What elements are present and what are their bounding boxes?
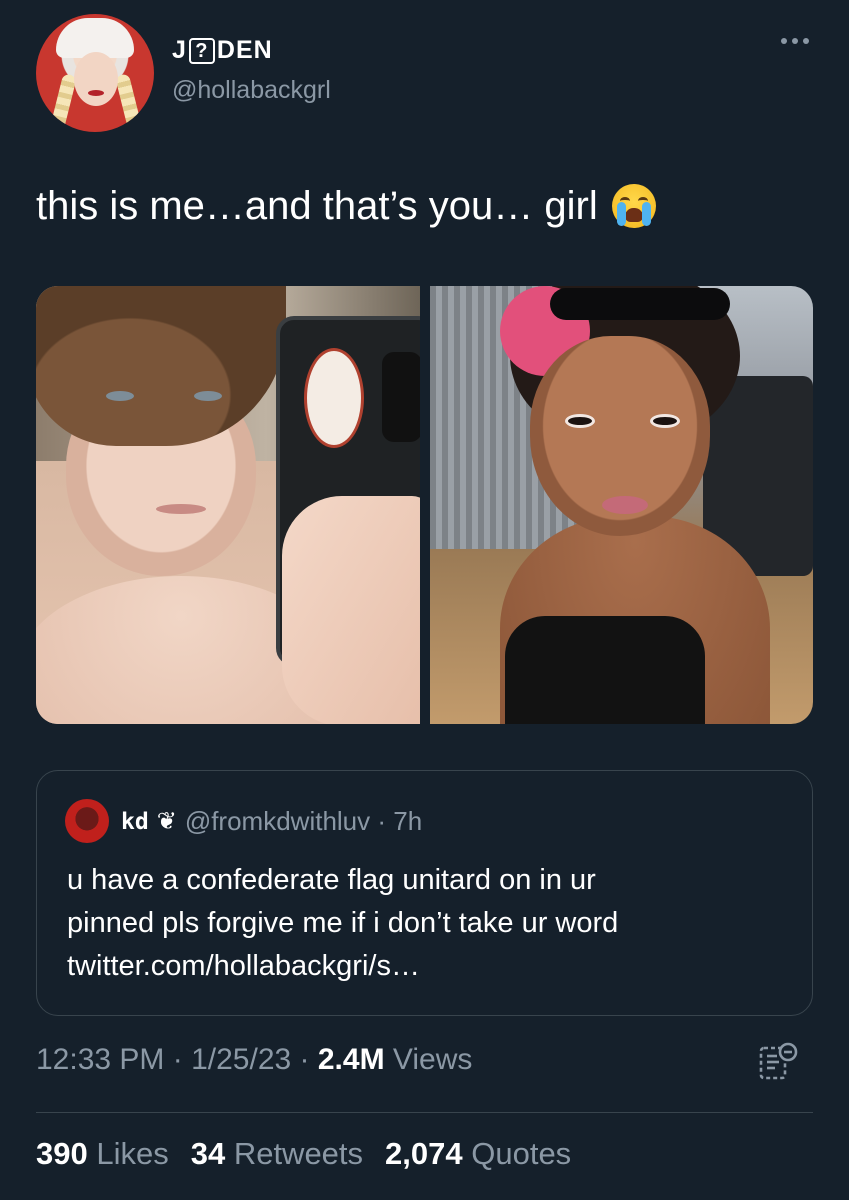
display-name-part: J [172, 36, 187, 64]
retweets-count: 34 [190, 1136, 226, 1171]
views-label: Views [384, 1043, 473, 1076]
divider [36, 1112, 813, 1113]
avatar-face [74, 52, 118, 106]
likes-label: Likes [87, 1136, 169, 1171]
quoted-tweet-line: u have a confederate flag unitard on in … [67, 864, 596, 896]
tweet-time[interactable]: 12:33 PM [36, 1043, 164, 1077]
more-dot-icon [803, 38, 809, 44]
author-display-name[interactable]: J ? DEN [172, 36, 273, 65]
quotes-stat[interactable]: 2,074 Quotes [385, 1136, 571, 1172]
display-name-part: DEN [216, 36, 273, 64]
more-dot-icon [792, 38, 798, 44]
quotes-count: 2,074 [385, 1136, 463, 1171]
meta-separator: · [164, 1043, 192, 1076]
tweet-detail: J ? DEN @hollabackgrl this is me…and tha… [0, 0, 849, 1200]
tweet-meta: 12:33 PM · 1/25/23 · 2.4M Views [36, 1043, 472, 1077]
question-box-glyph: ? [188, 37, 215, 64]
avatar-braid-left [48, 73, 78, 132]
quoted-tweet-link[interactable]: twitter.com/hollabackgri/s… [67, 945, 797, 988]
tweet-date[interactable]: 1/25/23 [191, 1043, 291, 1077]
heart-ornament-icon: ❦ [156, 808, 177, 835]
quoted-tweet[interactable]: kd ❦ @fromkdwithluv · 7h u have a confed… [36, 770, 813, 1016]
retweets-label: Retweets [225, 1136, 364, 1171]
more-dot-icon [781, 38, 787, 44]
avatar-lips [88, 90, 104, 96]
hand-shape [282, 496, 420, 724]
likes-count: 390 [36, 1136, 88, 1171]
photo-1[interactable] [36, 286, 420, 724]
author-avatar[interactable] [36, 14, 154, 132]
author-handle[interactable]: @hollabackgrl [172, 76, 331, 105]
camera-shape [382, 352, 420, 442]
quoted-author-avatar[interactable] [65, 799, 109, 843]
tweet-text: this is me…and that’s you… girl [36, 180, 656, 232]
media-grid [36, 286, 813, 724]
likes-stat[interactable]: 390 Likes [36, 1136, 169, 1172]
avatar-braid-right [114, 73, 144, 132]
quoted-author-handle-time[interactable]: @fromkdwithluv · 7h [185, 806, 422, 837]
meta-separator: · [291, 1043, 318, 1076]
loudly-crying-face-icon [611, 184, 656, 228]
quotes-label: Quotes [462, 1136, 572, 1171]
quoted-tweet-line: pinned pls forgive me if i don’t take ur… [67, 907, 619, 939]
analytics-icon[interactable] [757, 1040, 801, 1084]
tweet-text-content: this is me…and that’s you… girl [36, 184, 598, 228]
quoted-tweet-text: u have a confederate flag unitard on in … [67, 859, 797, 988]
quoted-author-name[interactable]: kd [121, 809, 149, 835]
sticker-shape [304, 348, 364, 448]
more-options-button[interactable] [781, 38, 809, 44]
photo-2[interactable] [429, 286, 813, 724]
retweets-stat[interactable]: 34 Retweets [191, 1136, 363, 1172]
engagement-stats: 390 Likes 34 Retweets 2,074 Quotes [36, 1136, 571, 1172]
views-count: 2.4M [317, 1043, 385, 1076]
quoted-tweet-header: kd ❦ @fromkdwithluv · 7h [121, 806, 422, 837]
